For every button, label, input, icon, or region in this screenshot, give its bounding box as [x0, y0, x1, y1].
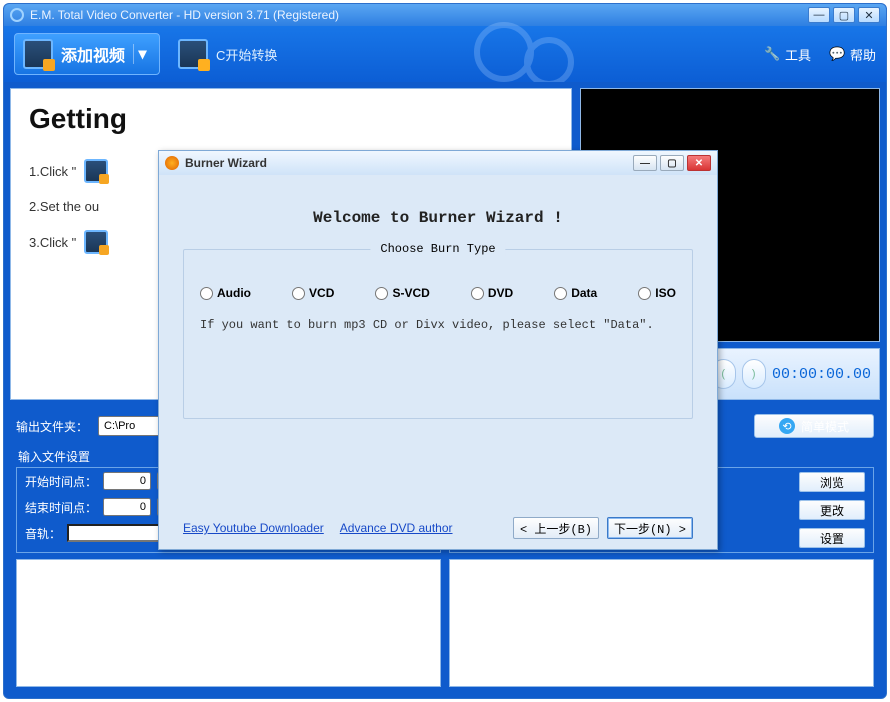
convert-icon [178, 39, 208, 69]
swap-icon: ⟲ [779, 418, 795, 434]
settings-button[interactable]: 设置 [799, 528, 865, 548]
help-menu[interactable]: 💬 帮助 [829, 45, 876, 64]
dialog-welcome: Welcome to Burner Wizard ! [183, 209, 693, 227]
radio-audio[interactable]: Audio [200, 286, 251, 300]
burn-hint: If you want to burn mp3 CD or Divx video… [200, 318, 676, 332]
burner-wizard-dialog: Burner Wizard — ▢ ✕ Welcome to Burner Wi… [158, 150, 718, 550]
add-video-icon [23, 39, 53, 69]
convert-icon [84, 230, 108, 254]
radio-vcd[interactable]: VCD [292, 286, 334, 300]
back-button[interactable]: < 上一步(B) [513, 517, 599, 539]
output-label: 输出文件夹： [16, 418, 88, 435]
dialog-title: Burner Wizard [185, 156, 267, 170]
radio-svcd[interactable]: S-VCD [375, 286, 429, 300]
timecode: 00:00:00.00 [772, 366, 871, 383]
tools-menu[interactable]: 🔧 工具 [764, 45, 811, 64]
start-h-input[interactable] [103, 472, 151, 490]
wrench-icon: 🔧 [764, 46, 780, 62]
dialog-minimize-button[interactable]: — [633, 155, 657, 171]
close-button[interactable]: ✕ [858, 7, 880, 23]
start-convert-label: C开始转换 [216, 45, 277, 64]
fieldset-legend: Choose Burn Type [370, 242, 505, 256]
file-list-left[interactable] [16, 559, 441, 687]
dialog-titlebar[interactable]: Burner Wizard — ▢ ✕ [159, 151, 717, 175]
link-youtube-downloader[interactable]: Easy Youtube Downloader [183, 521, 324, 535]
file-list-right[interactable] [449, 559, 874, 687]
add-video-icon [84, 159, 108, 183]
add-video-label: 添加视频 [61, 42, 125, 66]
mark-out-button[interactable]: ) [742, 359, 767, 389]
radio-dvd[interactable]: DVD [471, 286, 513, 300]
burner-icon [165, 156, 179, 170]
burn-type-fieldset: Choose Burn Type Audio VCD S-VCD DVD Dat… [183, 249, 693, 419]
maximize-button[interactable]: ▢ [833, 7, 855, 23]
mode-toggle-button[interactable]: ⟲ 简单模式 [754, 414, 874, 438]
add-video-button[interactable]: 添加视频 ▾ [14, 33, 160, 75]
next-button[interactable]: 下一步(N) > [607, 517, 693, 539]
radio-iso[interactable]: ISO [638, 286, 676, 300]
getting-started-heading: Getting [29, 103, 553, 135]
help-icon: 💬 [829, 46, 845, 62]
titlebar[interactable]: E.M. Total Video Converter - HD version … [4, 4, 886, 26]
toolbar: 添加视频 ▾ C开始转换 🔧 工具 💬 帮助 [4, 26, 886, 82]
start-convert-button[interactable]: C开始转换 [170, 33, 285, 75]
dialog-maximize-button[interactable]: ▢ [660, 155, 684, 171]
link-dvd-author[interactable]: Advance DVD author [340, 521, 453, 535]
minimize-button[interactable]: — [808, 7, 830, 23]
radio-data[interactable]: Data [554, 286, 597, 300]
app-icon [10, 8, 24, 22]
dialog-close-button[interactable]: ✕ [687, 155, 711, 171]
chevron-down-icon[interactable]: ▾ [133, 44, 151, 64]
browse-button[interactable]: 浏览 [799, 472, 865, 492]
end-h-input[interactable] [103, 498, 151, 516]
change-button[interactable]: 更改 [799, 500, 865, 520]
window-title: E.M. Total Video Converter - HD version … [30, 8, 339, 22]
